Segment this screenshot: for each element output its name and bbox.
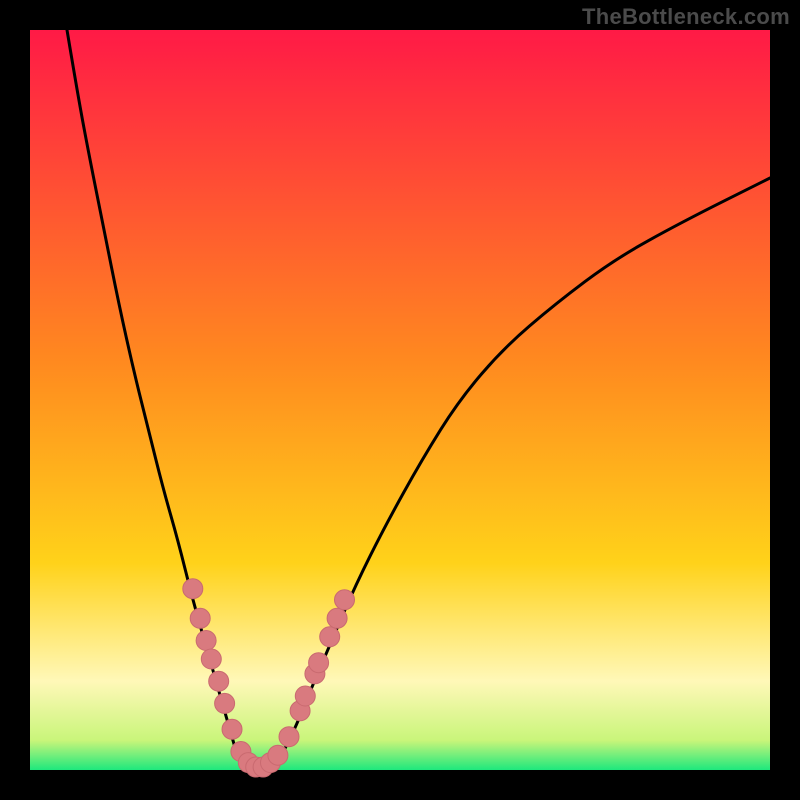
data-marker (196, 631, 216, 651)
data-marker (279, 727, 299, 747)
data-marker (327, 608, 347, 628)
data-marker (209, 671, 229, 691)
data-marker (201, 649, 221, 669)
data-marker (320, 627, 340, 647)
data-marker (309, 653, 329, 673)
outer-frame: TheBottleneck.com (0, 0, 800, 800)
watermark-text: TheBottleneck.com (582, 4, 790, 30)
data-marker (295, 686, 315, 706)
data-marker (335, 590, 355, 610)
data-marker (190, 608, 210, 628)
data-marker (268, 745, 288, 765)
data-marker (215, 693, 235, 713)
data-marker (222, 719, 242, 739)
data-marker (183, 579, 203, 599)
chart-canvas (30, 30, 770, 770)
